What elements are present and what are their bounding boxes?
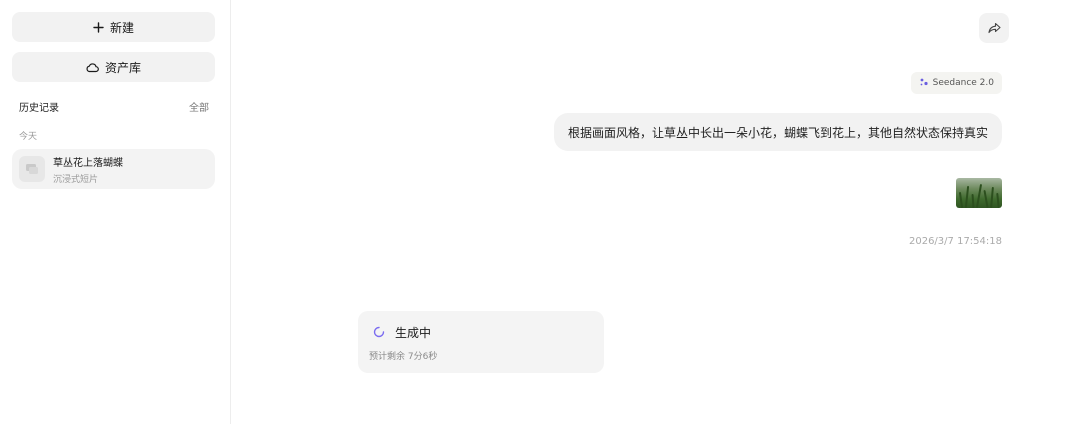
generation-status: 生成中 — [395, 326, 432, 340]
generation-card: 生成中 预计剩余 7分6秒 — [358, 311, 604, 373]
assets-button-label: 资产库 — [104, 60, 141, 75]
history-header: 历史记录 全部 — [19, 99, 209, 114]
history-title: 历史记录 — [19, 103, 59, 114]
chat-thumbnail-icon — [19, 156, 45, 182]
message-timestamp: 2026/3/7 17:54:18 — [908, 236, 1002, 247]
view-all-link[interactable]: 全部 — [189, 99, 209, 114]
history-item[interactable]: 草丛花上落蝴蝶 沉浸式短片 — [12, 149, 215, 189]
history-group-today: 今天 — [19, 132, 38, 142]
generation-eta: 预计剩余 7分6秒 — [369, 349, 437, 362]
history-item-subtitle: 沉浸式短片 — [53, 174, 99, 185]
user-message-bubble: 根据画面风格，让草丛中长出一朵小花，蝴蝶飞到花上，其他自然状态保持真实 — [553, 113, 1002, 151]
sparkle-icon — [919, 77, 929, 90]
model-badge: Seedance 2.0 — [910, 72, 1002, 94]
sidebar: 新建 资产库 历史记录 全部 今天 草丛花上落蝴蝶 沉浸式短片 — [0, 0, 231, 424]
eta-value: 7分6秒 — [407, 352, 438, 362]
attached-image[interactable] — [956, 178, 1002, 208]
user-message-text: 根据画面风格，让草丛中长出一朵小花，蝴蝶飞到花上，其他自然状态保持真实 — [567, 125, 988, 140]
eta-label: 预计剩余 — [369, 352, 406, 362]
history-item-title: 草丛花上落蝴蝶 — [53, 157, 123, 169]
share-icon — [987, 19, 1001, 38]
model-badge-label: Seedance 2.0 — [932, 78, 994, 88]
new-button[interactable]: 新建 — [12, 12, 215, 42]
loading-spinner-icon — [373, 323, 385, 342]
new-button-label: 新建 — [109, 20, 134, 35]
share-button[interactable] — [979, 13, 1009, 43]
plus-icon — [93, 21, 104, 33]
assets-button[interactable]: 资产库 — [12, 52, 215, 82]
cloud-icon — [86, 62, 99, 73]
